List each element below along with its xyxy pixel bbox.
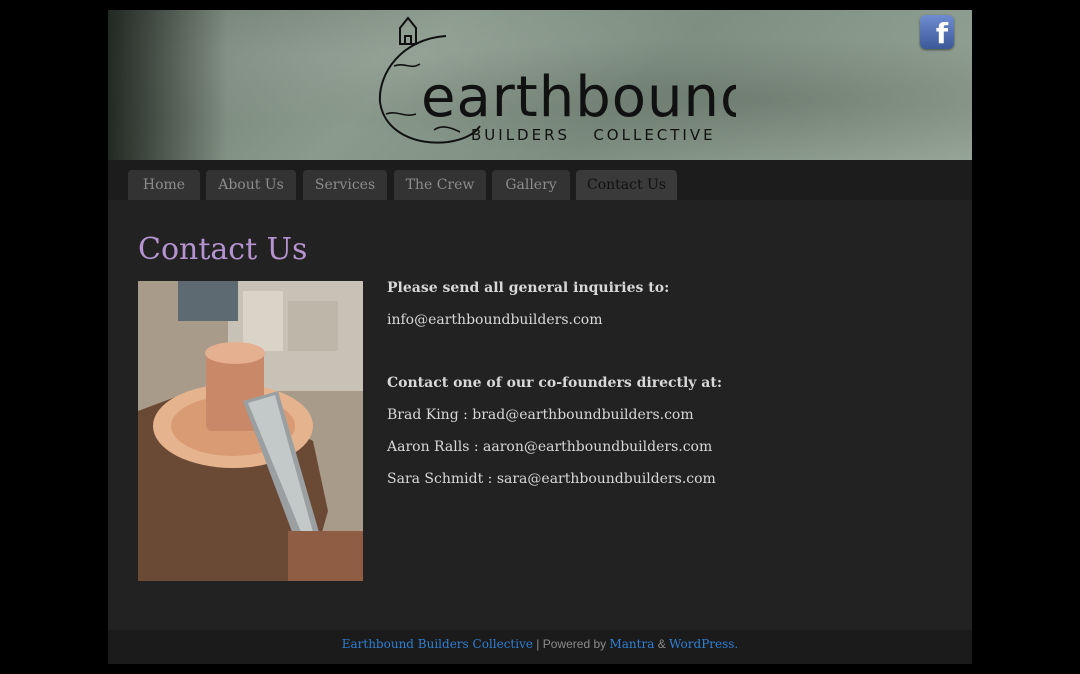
- logo-word: earthbound: [421, 65, 736, 130]
- founders-heading: Contact one of our co-founders directly …: [387, 375, 722, 391]
- nav-tab-the-crew[interactable]: The Crew: [394, 170, 486, 200]
- footer-theme-link[interactable]: Mantra: [609, 637, 654, 651]
- nav-tab-services[interactable]: Services: [303, 170, 387, 200]
- site-logo[interactable]: earthbound BUILDERS COLLECTIVE: [376, 14, 736, 144]
- main-navigation: Home About Us Services The Crew Gallery …: [108, 160, 972, 200]
- site-footer: Earthbound Builders Collective | Powered…: [108, 630, 972, 664]
- header-shadow: [108, 10, 228, 160]
- house-icon: [399, 16, 417, 45]
- contact-sara: Sara Schmidt : sara@earthboundbuilders.c…: [387, 471, 716, 487]
- footer-wordpress-link[interactable]: WordPress.: [669, 637, 738, 651]
- contact-aaron: Aaron Ralls : aaron@earthboundbuilders.c…: [387, 439, 713, 455]
- wood-carving-photo: [138, 281, 363, 581]
- nav-tab-about-us[interactable]: About Us: [206, 170, 296, 200]
- page-title: Contact Us: [138, 232, 308, 267]
- nav-tab-contact-us[interactable]: Contact Us: [576, 170, 677, 200]
- general-inquiries-heading: Please send all general inquiries to:: [387, 280, 670, 296]
- logo-subtitle: BUILDERS COLLECTIVE: [471, 126, 716, 144]
- site-header: earthbound BUILDERS COLLECTIVE f: [108, 10, 972, 160]
- nav-tab-home[interactable]: Home: [128, 170, 200, 200]
- general-email: info@earthboundbuilders.com: [387, 312, 603, 328]
- footer-site-link[interactable]: Earthbound Builders Collective: [342, 637, 533, 651]
- contact-brad: Brad King : brad@earthboundbuilders.com: [387, 407, 694, 423]
- footer-amp: &: [654, 637, 670, 651]
- page-container: earthbound BUILDERS COLLECTIVE f Home Ab…: [108, 10, 972, 664]
- footer-powered-by: | Powered by: [532, 637, 610, 651]
- facebook-icon[interactable]: f: [920, 15, 954, 49]
- nav-tab-gallery[interactable]: Gallery: [492, 170, 570, 200]
